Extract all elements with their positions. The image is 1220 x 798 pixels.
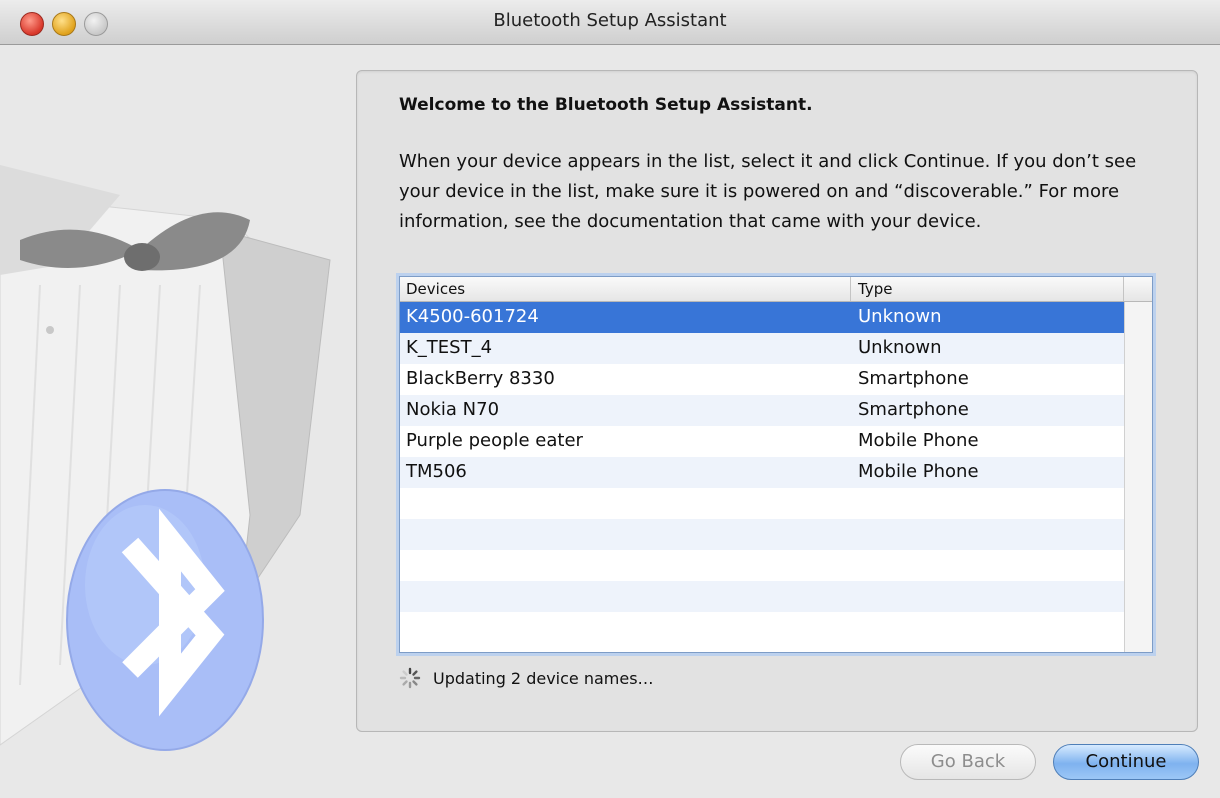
table-row-empty — [400, 581, 1124, 612]
device-type: Mobile Phone — [858, 430, 979, 451]
spinner-icon — [399, 667, 421, 689]
bluetooth-logo-icon — [66, 489, 264, 751]
device-name: K4500-601724 — [406, 306, 539, 327]
content-panel: Welcome to the Bluetooth Setup Assistant… — [356, 70, 1198, 732]
device-type: Smartphone — [858, 368, 969, 389]
table-row[interactable]: K_TEST_4 Unknown — [400, 333, 1124, 364]
table-row[interactable]: K4500-601724 Unknown — [400, 302, 1124, 333]
device-type: Unknown — [858, 337, 942, 358]
bluetooth-tuxedo-artwork — [0, 165, 331, 751]
title-bar: Bluetooth Setup Assistant — [0, 0, 1220, 45]
instructions-text: When your device appears in the list, se… — [399, 151, 1137, 232]
device-list-header: Devices Type — [400, 277, 1152, 302]
status-text: Updating 2 device names… — [433, 669, 654, 688]
welcome-heading: Welcome to the Bluetooth Setup Assistant… — [399, 95, 813, 115]
table-row[interactable]: Purple people eater Mobile Phone — [400, 426, 1124, 457]
device-name: Purple people eater — [406, 430, 583, 451]
table-row[interactable]: Nokia N70 Smartphone — [400, 395, 1124, 426]
device-type: Unknown — [858, 306, 942, 327]
device-type: Mobile Phone — [858, 461, 979, 482]
table-row-empty — [400, 519, 1124, 550]
column-header-type[interactable]: Type — [858, 280, 892, 298]
go-back-button[interactable]: Go Back — [900, 744, 1036, 780]
window-title: Bluetooth Setup Assistant — [493, 10, 727, 31]
continue-button[interactable]: Continue — [1053, 744, 1199, 780]
device-name: BlackBerry 8330 — [406, 368, 555, 389]
device-name: TM506 — [406, 461, 467, 482]
bluetooth-setup-window: Bluetooth Setup Assistant Welcome to the… — [0, 0, 1220, 798]
table-row[interactable]: TM506 Mobile Phone — [400, 457, 1124, 488]
column-divider — [850, 277, 851, 301]
table-row[interactable]: BlackBerry 8330 Smartphone — [400, 364, 1124, 395]
table-row-empty — [400, 488, 1124, 519]
column-header-devices[interactable]: Devices — [406, 280, 465, 298]
table-row-empty — [400, 612, 1124, 643]
device-rows: K4500-601724 Unknown K_TEST_4 Unknown Bl… — [400, 302, 1124, 643]
device-list[interactable]: Devices Type K4500-601724 Unknown K_TEST… — [399, 276, 1153, 653]
column-divider — [1123, 277, 1124, 301]
device-name: Nokia N70 — [406, 399, 500, 420]
table-row-empty — [400, 550, 1124, 581]
scrollbar[interactable] — [1124, 302, 1152, 652]
device-name: K_TEST_4 — [406, 337, 493, 358]
device-type: Smartphone — [858, 399, 969, 420]
